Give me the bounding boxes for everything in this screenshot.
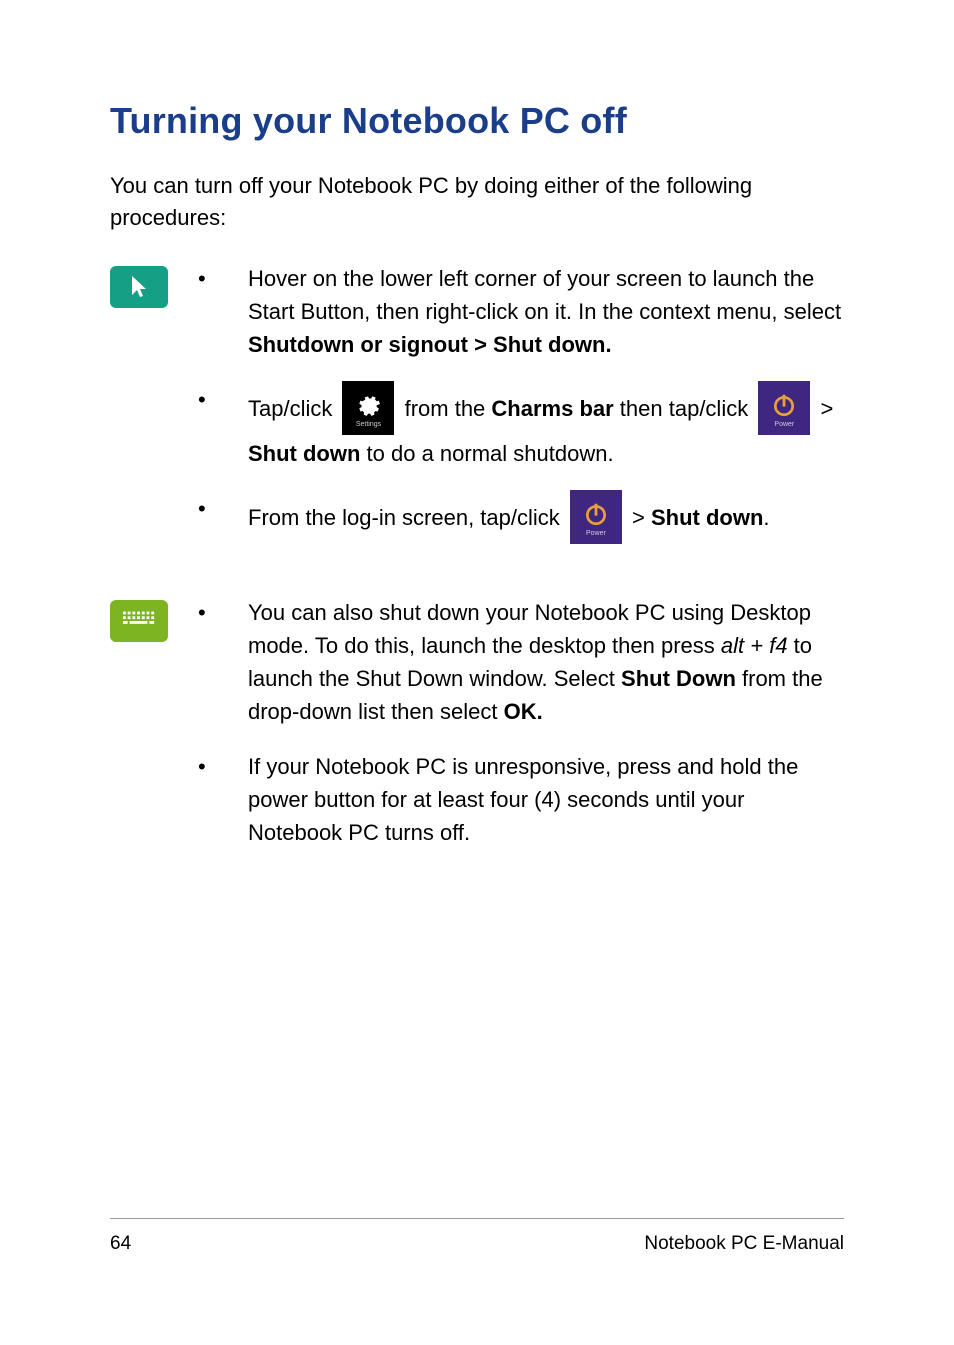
- text: If your Notebook PC is unresponsive, pre…: [248, 754, 798, 845]
- bold-text: Shut down: [248, 441, 360, 466]
- list-item: You can also shut down your Notebook PC …: [248, 596, 844, 728]
- keyboard-method-block: You can also shut down your Notebook PC …: [110, 596, 844, 871]
- keyboard-icon: [122, 610, 156, 632]
- bold-text: OK.: [504, 699, 543, 724]
- text: >: [814, 396, 833, 421]
- text: then tap/click: [614, 396, 755, 421]
- bold-text: Shutdown or signout > Shut down.: [248, 332, 612, 357]
- power-charm-icon: Power: [570, 490, 622, 544]
- page-footer: 64 Notebook PC E-Manual: [110, 1218, 844, 1255]
- italic-text: alt + f4: [721, 633, 788, 658]
- keyboard-instructions: You can also shut down your Notebook PC …: [198, 596, 844, 871]
- cursor-icon: [130, 275, 148, 299]
- text: >: [626, 505, 651, 530]
- mouse-method-icon: [110, 266, 168, 308]
- icon-label: Power: [586, 529, 606, 540]
- list-item: If your Notebook PC is unresponsive, pre…: [248, 750, 844, 849]
- gear-icon: [355, 392, 381, 418]
- icon-label: Power: [774, 420, 794, 431]
- bold-text: Charms bar: [491, 396, 613, 421]
- power-icon: [771, 392, 797, 418]
- list-item: From the log-in screen, tap/click Power …: [248, 492, 844, 546]
- page-heading: Turning your Notebook PC off: [110, 100, 844, 142]
- text: to do a normal shutdown.: [360, 441, 613, 466]
- text: from the: [398, 396, 491, 421]
- mouse-method-block: Hover on the lower left corner of your s…: [110, 262, 844, 568]
- page-number: 64: [110, 1233, 131, 1255]
- bold-text: Shut Down: [621, 666, 736, 691]
- text: .: [763, 505, 769, 530]
- mouse-instructions: Hover on the lower left corner of your s…: [198, 262, 844, 568]
- list-item: Hover on the lower left corner of your s…: [248, 262, 844, 361]
- text: Tap/click: [248, 396, 338, 421]
- footer-title: Notebook PC E-Manual: [644, 1233, 844, 1255]
- keyboard-method-icon: [110, 600, 168, 642]
- settings-charm-icon: Settings: [342, 381, 394, 435]
- bold-text: Shut down: [651, 505, 763, 530]
- icon-label: Settings: [356, 420, 381, 431]
- text: From the log-in screen, tap/click: [248, 505, 566, 530]
- power-charm-icon: Power: [758, 381, 810, 435]
- power-icon: [583, 501, 609, 527]
- document-page: Turning your Notebook PC off You can tur…: [0, 0, 954, 871]
- intro-text: You can turn off your Notebook PC by doi…: [110, 170, 844, 234]
- list-item: Tap/click Settings from the Charms bar t…: [248, 383, 844, 470]
- text: Hover on the lower left corner of your s…: [248, 266, 841, 324]
